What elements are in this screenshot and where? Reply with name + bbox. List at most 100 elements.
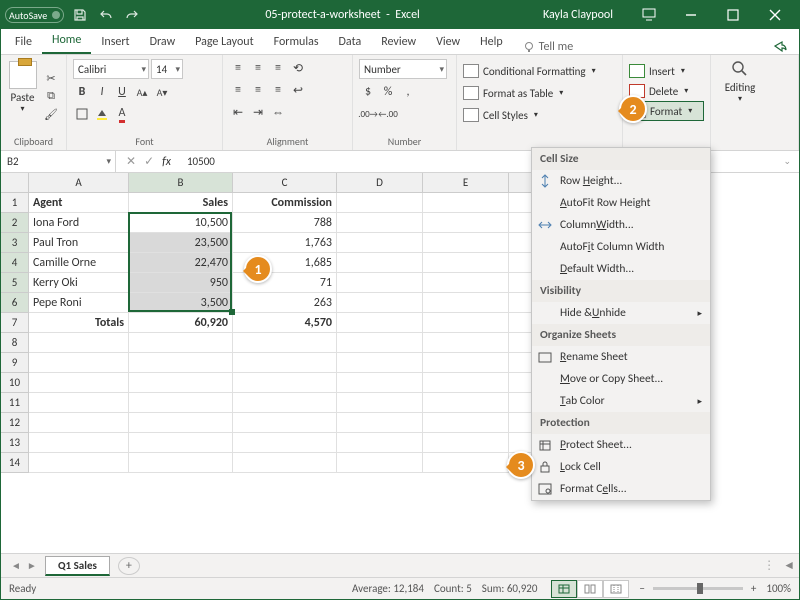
align-left-icon[interactable]: ≡	[229, 81, 247, 99]
row-header-14[interactable]: 14	[1, 453, 29, 473]
user-name[interactable]: Kayla Claypool	[543, 8, 613, 22]
cell[interactable]	[337, 273, 423, 293]
cell[interactable]	[129, 373, 233, 393]
cell[interactable]	[423, 313, 509, 333]
align-right-icon[interactable]: ≡	[269, 81, 287, 99]
redo-icon[interactable]	[122, 5, 142, 25]
wrap-text-icon[interactable]: ↩	[289, 81, 307, 99]
row-header-2[interactable]: 2	[1, 213, 29, 233]
decrease-indent-icon[interactable]: ⇤	[229, 103, 247, 121]
cell[interactable]	[337, 433, 423, 453]
accounting-format-icon[interactable]: $	[359, 83, 377, 101]
menu-hide-unhide[interactable]: Hide & Unhide▸	[532, 302, 710, 324]
menu-rename-sheet[interactable]: Rename Sheet	[532, 346, 710, 368]
menu-format-cells[interactable]: Format Cells...	[532, 478, 710, 500]
cell[interactable]	[423, 333, 509, 353]
cell[interactable]	[233, 373, 337, 393]
cell[interactable]	[423, 273, 509, 293]
row-header-12[interactable]: 12	[1, 413, 29, 433]
copy-icon[interactable]: ⧉	[42, 88, 60, 104]
cell[interactable]: Paul Tron	[29, 233, 129, 253]
tab-draw[interactable]: Draw	[140, 30, 186, 54]
underline-button[interactable]: U	[113, 83, 131, 101]
cell[interactable]	[233, 413, 337, 433]
save-icon[interactable]	[70, 5, 90, 25]
tab-data[interactable]: Data	[329, 30, 372, 54]
fx-icon[interactable]: fx	[162, 155, 171, 169]
col-header-A[interactable]: A	[29, 173, 129, 193]
view-normal-icon[interactable]	[551, 580, 577, 598]
align-bottom-icon[interactable]: ≡	[269, 59, 287, 77]
cell[interactable]	[233, 393, 337, 413]
autosave-toggle[interactable]: AutoSave	[5, 7, 64, 23]
menu-lock-cell[interactable]: Lock Cell	[532, 456, 710, 478]
row-header-6[interactable]: 6	[1, 293, 29, 313]
cell[interactable]	[29, 433, 129, 453]
conditional-formatting-button[interactable]: Conditional Formatting▾	[463, 61, 616, 81]
orientation-icon[interactable]: ⟲	[289, 59, 307, 77]
cell[interactable]: 1,763	[233, 233, 337, 253]
cell[interactable]	[423, 373, 509, 393]
cell[interactable]	[423, 213, 509, 233]
sheet-nav[interactable]: ◄►	[1, 559, 39, 572]
tab-page-layout[interactable]: Page Layout	[185, 30, 263, 54]
cell[interactable]	[29, 333, 129, 353]
cell-styles-button[interactable]: Cell Styles▾	[463, 105, 616, 125]
cut-icon[interactable]: ✂	[42, 70, 60, 86]
zoom-in-button[interactable]: +	[751, 582, 756, 595]
align-middle-icon[interactable]: ≡	[249, 59, 267, 77]
cell[interactable]	[337, 353, 423, 373]
cell[interactable]: 23,500	[129, 233, 233, 253]
menu-default-width[interactable]: Default Width...	[532, 258, 710, 280]
minimize-button[interactable]	[671, 1, 711, 29]
italic-button[interactable]: I	[93, 83, 111, 101]
decrease-font-icon[interactable]: A▾	[153, 83, 171, 101]
cell[interactable]	[423, 393, 509, 413]
cell[interactable]: 22,470	[129, 253, 233, 273]
name-box[interactable]: B2	[1, 151, 116, 172]
row-header-9[interactable]: 9	[1, 353, 29, 373]
font-name-combo[interactable]: Calibri	[73, 59, 149, 79]
undo-icon[interactable]	[96, 5, 116, 25]
cell[interactable]	[337, 453, 423, 473]
zoom-out-button[interactable]: −	[639, 582, 644, 595]
cell[interactable]	[129, 433, 233, 453]
fill-color-icon[interactable]	[93, 105, 111, 123]
number-format-combo[interactable]: Number	[359, 59, 447, 79]
col-header-C[interactable]: C	[233, 173, 337, 193]
cell[interactable]	[29, 373, 129, 393]
cell[interactable]	[423, 253, 509, 273]
sheet-tab-active[interactable]: Q1 Sales	[45, 556, 110, 576]
menu-tab-color[interactable]: Tab Color▸	[532, 390, 710, 412]
row-header-13[interactable]: 13	[1, 433, 29, 453]
col-header-B[interactable]: B	[129, 173, 233, 193]
row-header-1[interactable]: 1	[1, 193, 29, 213]
enter-formula-icon[interactable]: ✓	[144, 154, 154, 169]
tab-help[interactable]: Help	[470, 30, 513, 54]
cell[interactable]	[337, 313, 423, 333]
font-size-combo[interactable]: 14	[151, 59, 183, 79]
increase-font-icon[interactable]: A▴	[133, 83, 151, 101]
cell[interactable]: Commission	[233, 193, 337, 213]
cell[interactable]: 950	[129, 273, 233, 293]
cell[interactable]	[423, 293, 509, 313]
increase-indent-icon[interactable]: ⇥	[249, 103, 267, 121]
zoom-slider[interactable]	[653, 587, 743, 590]
cell[interactable]: 263	[233, 293, 337, 313]
row-header-3[interactable]: 3	[1, 233, 29, 253]
select-all-corner[interactable]	[1, 173, 29, 193]
cell[interactable]: Totals	[29, 313, 129, 333]
cell[interactable]	[337, 233, 423, 253]
cell[interactable]: Camille Orne	[29, 253, 129, 273]
cell[interactable]: Kerry Oki	[29, 273, 129, 293]
menu-row-height[interactable]: Row Height...	[532, 170, 710, 192]
cell[interactable]	[337, 393, 423, 413]
tab-file[interactable]: File	[5, 30, 42, 54]
cell[interactable]	[337, 333, 423, 353]
cell[interactable]	[233, 433, 337, 453]
cell[interactable]	[423, 453, 509, 473]
row-header-7[interactable]: 7	[1, 313, 29, 333]
borders-icon[interactable]	[73, 105, 91, 123]
expand-formula-bar-icon[interactable]: ⌄	[775, 156, 799, 167]
font-color-icon[interactable]: A	[113, 105, 131, 123]
